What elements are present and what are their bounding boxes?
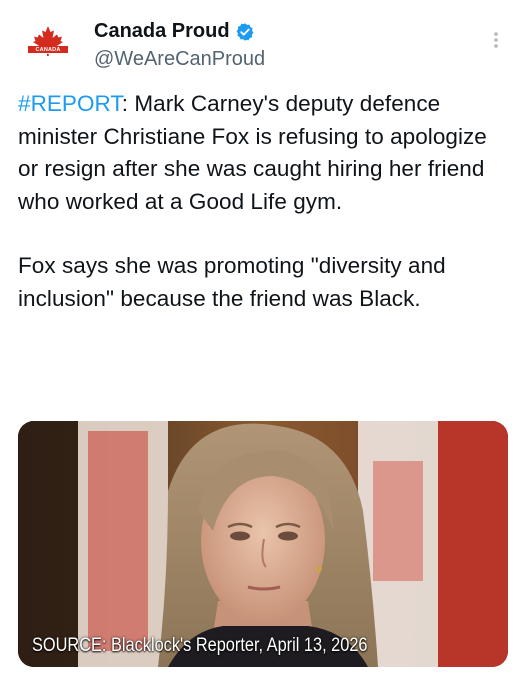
display-name[interactable]: Canada Proud	[94, 20, 230, 43]
photo-illustration	[18, 421, 508, 667]
hashtag-link[interactable]: #REPORT	[18, 91, 122, 116]
photo-caption: SOURCE: Blacklock's Reporter, April 13, …	[32, 635, 368, 656]
avatar[interactable]: CANADA PROUD	[20, 20, 76, 76]
tweet-text: #REPORT: Mark Carney's deputy defence mi…	[18, 88, 513, 347]
verified-badge-icon	[236, 22, 253, 41]
tweet-paragraph-1: #REPORT: Mark Carney's deputy defence mi…	[18, 88, 513, 218]
avatar-logo-text: CANADA PROUD	[35, 47, 61, 59]
more-options-icon[interactable]	[486, 28, 506, 52]
user-handle[interactable]: @WeAreCanProud	[94, 48, 265, 71]
tweet-paragraph-2: Fox says she was promoting "diversity an…	[18, 253, 446, 311]
tweet-header: CANADA PROUD Canada Proud @WeAreCanProud	[20, 18, 510, 78]
name-row: Canada Proud	[94, 20, 255, 43]
tweet-media-photo[interactable]: SOURCE: Blacklock's Reporter, April 13, …	[18, 421, 508, 667]
